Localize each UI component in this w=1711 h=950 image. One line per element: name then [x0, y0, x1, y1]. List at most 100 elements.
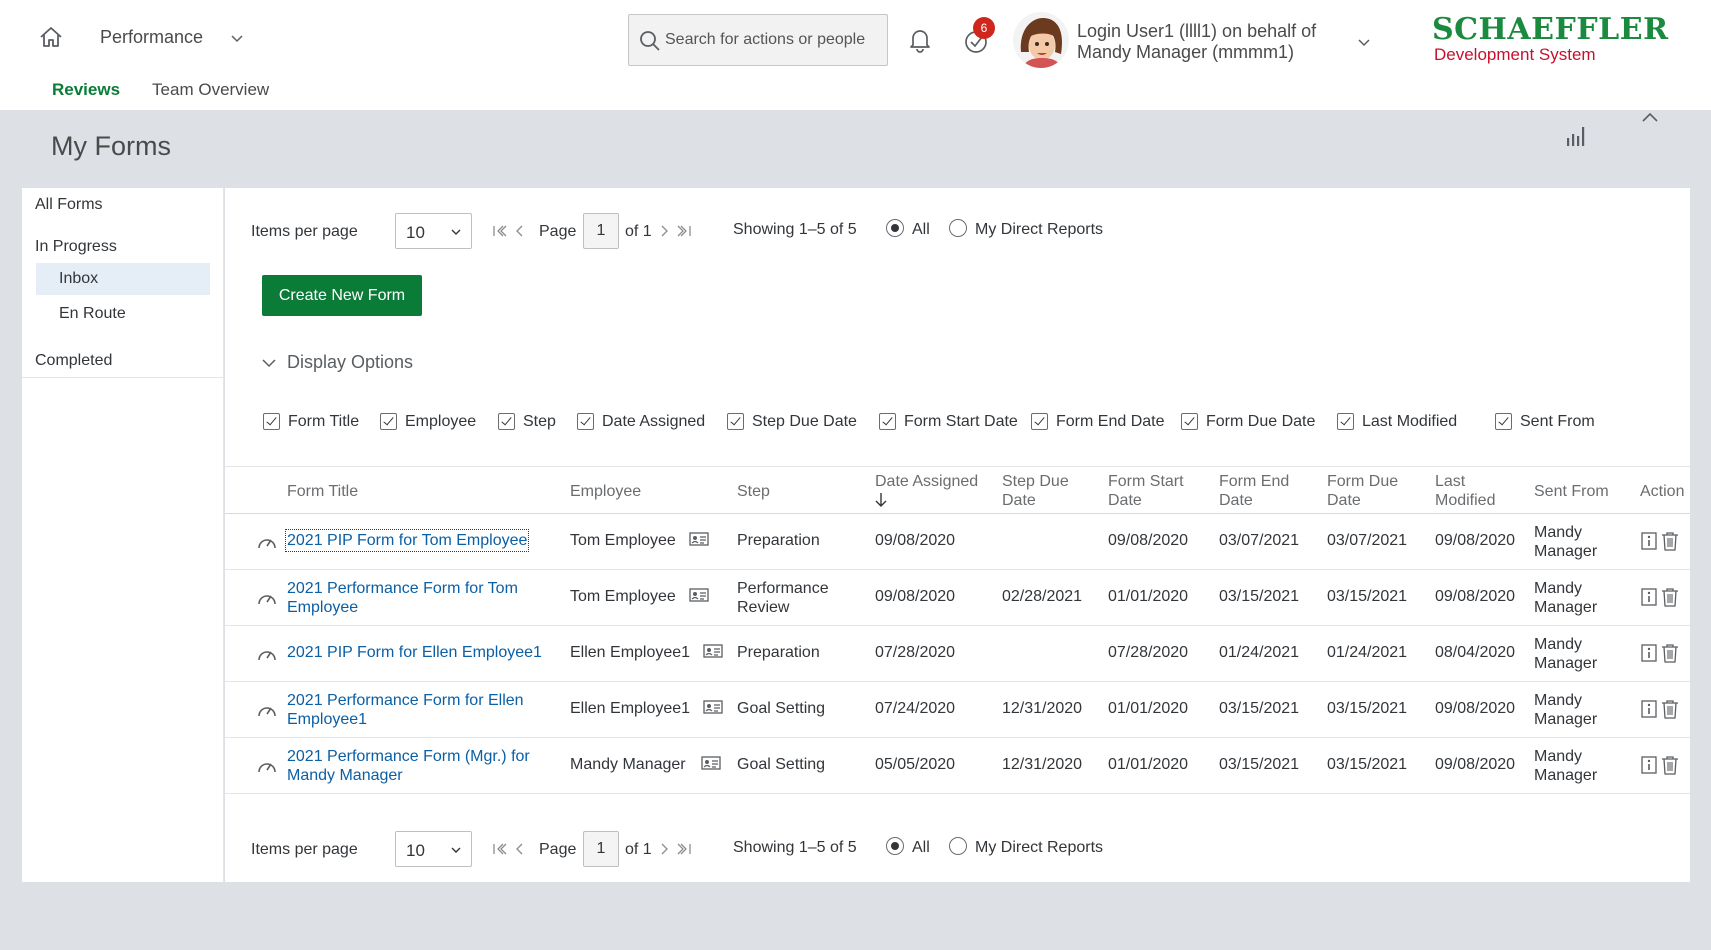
col-date-assigned[interactable]: Date Assigned — [875, 472, 978, 491]
form-title-link[interactable]: 2021 Performance Form (Mgr.) for Mandy Ma… — [287, 747, 530, 785]
items-per-page-select[interactable]: 10 — [395, 213, 472, 249]
last-page-icon[interactable] — [677, 223, 693, 239]
nav-in-progress[interactable]: In Progress — [35, 238, 117, 256]
collapse-up-icon[interactable] — [1640, 110, 1660, 124]
page-input[interactable]: 1 — [583, 213, 619, 249]
info-icon[interactable] — [1641, 588, 1657, 606]
next-page-icon[interactable] — [657, 223, 673, 239]
shell-header: Performance 6 Login User1 (llll1) on b — [0, 0, 1711, 110]
date-assigned: 05/05/2020 — [875, 756, 956, 773]
brand-name: SCHAEFFLER — [1432, 12, 1669, 47]
col-sent-from[interactable]: Sent From — [1534, 482, 1609, 501]
user-menu[interactable]: Login User1 (llll1) on behalf of Mandy M… — [1077, 21, 1316, 63]
col-form-title[interactable]: Form Title — [287, 482, 358, 501]
bar-chart-icon[interactable] — [1564, 124, 1588, 148]
trash-icon[interactable] — [1661, 643, 1679, 663]
business-card-icon[interactable] — [689, 531, 709, 547]
radio-all-label: All — [912, 839, 930, 856]
gauge-icon — [257, 534, 277, 550]
next-page-icon[interactable] — [657, 841, 673, 857]
table-row[interactable]: 2021 Performance Form for Tom Employee To… — [225, 570, 1690, 626]
last-modified: 09/08/2020 — [1435, 532, 1516, 549]
trash-icon[interactable] — [1661, 699, 1679, 719]
prev-page-icon[interactable] — [511, 223, 527, 239]
gauge-icon — [257, 702, 277, 718]
gauge-icon — [257, 646, 277, 662]
chevron-down-icon[interactable] — [1356, 34, 1372, 50]
business-card-icon[interactable] — [701, 755, 721, 771]
nav-completed[interactable]: Completed — [35, 352, 112, 370]
nav-en-route[interactable]: En Route — [59, 305, 126, 323]
info-icon[interactable] — [1641, 700, 1657, 718]
table-row[interactable]: 2021 Performance Form for Ellen Employee1… — [225, 682, 1690, 738]
todo-badge: 6 — [973, 17, 995, 39]
items-per-page-label: Items per page — [251, 841, 358, 858]
trash-icon[interactable] — [1661, 531, 1679, 551]
business-card-icon[interactable] — [689, 587, 709, 603]
subnav: Reviews Team Overview — [52, 80, 269, 100]
page-label: Page — [539, 223, 577, 240]
forms-panel: Items per page 10 Page 1 of 1 Showing 1–… — [225, 188, 1690, 882]
radio-direct-reports[interactable] — [949, 219, 967, 237]
date-assigned: 09/08/2020 — [875, 588, 956, 605]
tab-reviews[interactable]: Reviews — [52, 80, 120, 100]
form-title-link[interactable]: 2021 PIP Form for Ellen Employee1 — [287, 643, 542, 662]
radio-all[interactable] — [886, 219, 904, 237]
module-switcher[interactable]: Performance — [100, 27, 203, 48]
create-new-form-button[interactable]: Create New Form — [262, 275, 422, 316]
business-card-icon[interactable] — [703, 643, 723, 659]
page-input[interactable]: 1 — [583, 831, 619, 867]
table-header: Form Title Employee Step Date Assigned S… — [225, 466, 1690, 514]
form-start-date: 07/28/2020 — [1108, 644, 1189, 661]
col-form-due-date[interactable]: Form Due Date — [1327, 472, 1398, 510]
col-last-modified[interactable]: Last Modified — [1435, 472, 1495, 510]
col-form-start-date[interactable]: Form Start Date — [1108, 472, 1184, 510]
table-row[interactable]: 2021 PIP Form for Ellen Employee1 Ellen … — [225, 626, 1690, 682]
home-icon[interactable] — [38, 24, 64, 50]
info-icon[interactable] — [1641, 756, 1657, 774]
user-line-1: Login User1 (llll1) on behalf of — [1077, 21, 1317, 41]
trash-icon[interactable] — [1661, 755, 1679, 775]
chevron-down-icon — [451, 847, 461, 853]
bell-icon[interactable] — [906, 26, 934, 54]
radio-all[interactable] — [886, 837, 904, 855]
form-start-date: 01/01/2020 — [1108, 588, 1189, 605]
page-title: My Forms — [51, 131, 171, 161]
date-assigned: 07/28/2020 — [875, 644, 956, 661]
prev-page-icon[interactable] — [511, 841, 527, 857]
first-page-icon[interactable] — [491, 841, 507, 857]
items-per-page-select[interactable]: 10 — [395, 831, 472, 867]
form-title-link[interactable]: 2021 PIP Form for Tom Employee — [284, 529, 530, 552]
business-card-icon[interactable] — [703, 699, 723, 715]
radio-direct-reports[interactable] — [949, 837, 967, 855]
info-icon[interactable] — [1641, 532, 1657, 550]
col-step-due-date[interactable]: Step Due Date — [1002, 472, 1069, 510]
search-input[interactable] — [665, 15, 883, 65]
info-icon[interactable] — [1641, 644, 1657, 662]
form-due-date: 03/15/2021 — [1327, 756, 1408, 773]
brand-sub: Development System — [1434, 45, 1596, 64]
table-row[interactable]: 2021 Performance Form (Mgr.) for Mandy Ma… — [225, 738, 1690, 794]
nav-inbox[interactable]: Inbox — [59, 270, 98, 288]
form-due-date: 03/15/2021 — [1327, 588, 1408, 605]
form-title-link[interactable]: 2021 Performance Form for Tom Employee — [287, 579, 518, 617]
first-page-icon[interactable] — [491, 223, 507, 239]
tab-team-overview[interactable]: Team Overview — [152, 80, 269, 100]
employee-name: Tom Employee — [570, 588, 676, 605]
showing-count: Showing 1–5 of 5 — [733, 839, 857, 856]
form-title-link[interactable]: 2021 Performance Form for Ellen Employee1 — [287, 691, 524, 729]
employee-name: Ellen Employee1 — [570, 644, 691, 661]
avatar[interactable] — [1013, 12, 1069, 68]
radio-all-label: All — [912, 221, 930, 238]
col-employee[interactable]: Employee — [570, 482, 641, 501]
search-box[interactable] — [628, 14, 888, 66]
step-name: Preparation — [737, 532, 820, 549]
trash-icon[interactable] — [1661, 587, 1679, 607]
nav-all-forms[interactable]: All Forms — [35, 196, 103, 214]
col-step[interactable]: Step — [737, 482, 770, 501]
step-name: Goal Setting — [737, 756, 826, 773]
col-form-end-date[interactable]: Form End Date — [1219, 472, 1289, 510]
last-page-icon[interactable] — [677, 841, 693, 857]
table-row[interactable]: 2021 PIP Form for Tom Employee Tom Emplo… — [225, 514, 1690, 570]
chevron-down-icon[interactable] — [229, 30, 245, 46]
